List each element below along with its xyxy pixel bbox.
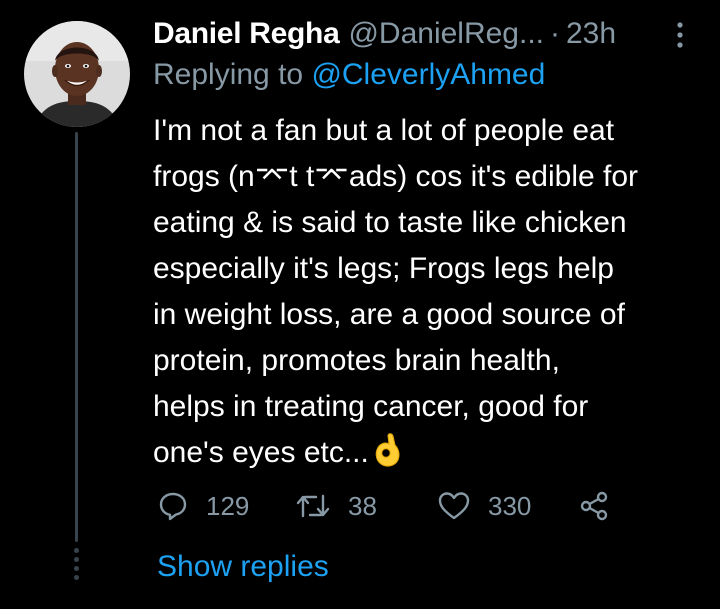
tweet-text: I'm not a fan but a lot of people eat fr… [153, 108, 713, 482]
separator-dot: · [550, 17, 560, 50]
tweet-actions: 129 38 330 [158, 488, 618, 524]
tweet-text-line: helps in treating cancer, good for [153, 390, 589, 423]
share-button[interactable] [578, 488, 610, 524]
tweet-text-line: especially it's legs; Frogs legs help [153, 252, 614, 285]
tweet-text-line: I'm not a fan but a lot of people eat [153, 114, 615, 147]
timestamp[interactable]: 23h [566, 17, 616, 51]
thread-line [75, 132, 78, 542]
tweet-text-line: in weight loss, are a good source of [153, 298, 625, 331]
retweet-icon [296, 494, 330, 518]
tweet-header: Daniel Regha @DanielReg... · 23h [153, 14, 653, 54]
retweet-button[interactable]: 38 [296, 488, 377, 524]
reply-icon [159, 492, 187, 521]
share-icon [580, 491, 608, 521]
tweet-text-line: one's eyes etc... [153, 436, 369, 469]
tweet-text-line: eating & is said to taste like chicken [153, 206, 627, 239]
ok-hand-emoji-icon [373, 432, 401, 482]
replying-to-label: Replying to [153, 58, 304, 91]
username-handle[interactable]: @DanielReg... [348, 17, 544, 51]
tweet-text-line: protein, promotes brain health, [153, 344, 560, 377]
more-options-button[interactable] [668, 20, 692, 50]
reply-button[interactable]: 129 [158, 488, 249, 524]
replying-to-handle-link[interactable]: @CleverlyAhmed [311, 58, 545, 91]
profile-photo-icon [24, 21, 130, 127]
heart-icon [438, 492, 470, 520]
tweet-text-line: frogs (n⌤t t⌤ads) cos it's edible for [153, 160, 639, 193]
show-replies-link[interactable]: Show replies [157, 550, 329, 584]
avatar[interactable] [24, 21, 130, 127]
tweet[interactable]: Daniel Regha @DanielReg... · 23h Replyin… [0, 0, 720, 609]
thread-continuation-dots [73, 548, 80, 584]
retweet-count: 38 [348, 490, 377, 521]
display-name[interactable]: Daniel Regha [153, 17, 340, 51]
like-count: 330 [488, 490, 532, 521]
replying-to: Replying to @CleverlyAhmed [153, 58, 545, 98]
vertical-ellipsis-icon [677, 22, 683, 48]
tweet-text-last-line: one's eyes etc... [153, 430, 713, 482]
like-button[interactable]: 330 [438, 488, 531, 524]
reply-count: 129 [206, 490, 250, 521]
